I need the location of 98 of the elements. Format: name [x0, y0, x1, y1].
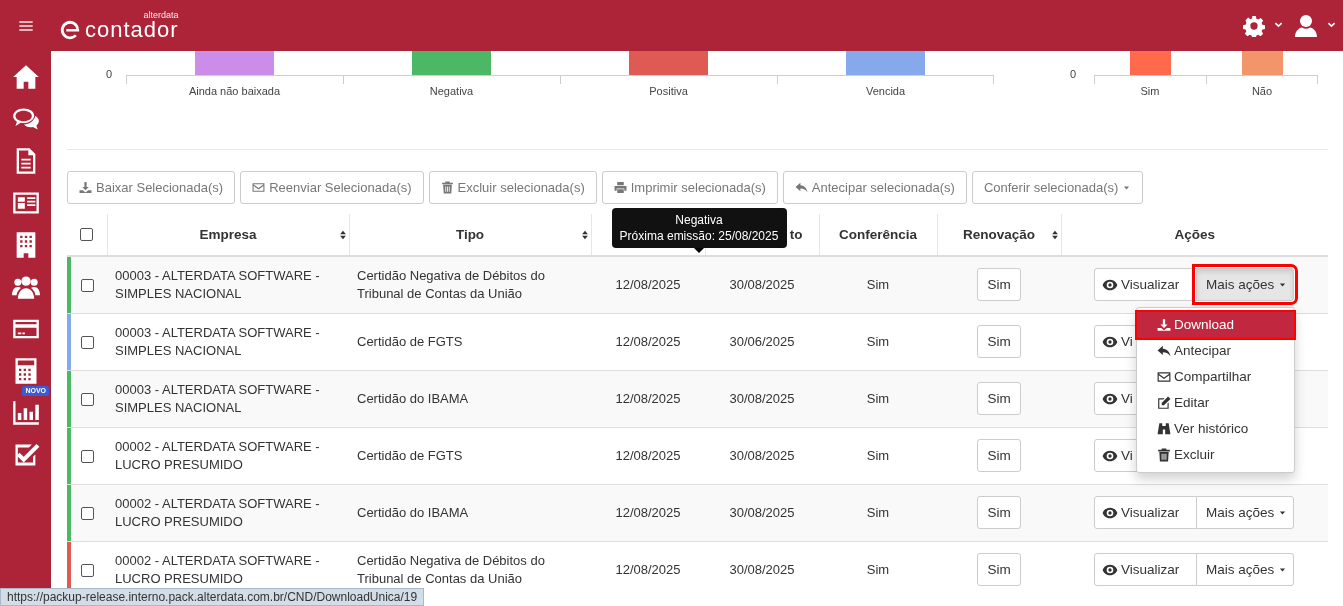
- status-url: https://packup-release.interno.pack.alterdata.com.br/CND/DownloadUnica/19: [0, 588, 425, 606]
- tooltip-arrow-icon: [693, 248, 704, 253]
- table-cell: 12/08/2025: [615, 561, 681, 577]
- toolbar-button[interactable]: Excluir selecionada(s): [428, 171, 597, 204]
- caret-icon: [1278, 508, 1288, 517]
- toolbar-button[interactable]: Antecipar selecionada(s): [782, 171, 967, 204]
- toolbar-button[interactable]: Conferir selecionada(s): [971, 171, 1144, 204]
- reply-icon: [1157, 344, 1171, 358]
- table-cell: 00002 - ALTERDATA SOFTWARE - LUCRO PRESUMIDO: [115, 552, 320, 586]
- trash-icon: [440, 181, 454, 194]
- table-cell: 00003 - ALTERDATA SOFTWARE - SIMPLES NACIONAL: [115, 267, 320, 301]
- menu-item[interactable]: Antecipar: [1137, 338, 1294, 364]
- view-button[interactable]: Visualizar: [1094, 496, 1197, 529]
- table-cell: 00002 - ALTERDATA SOFTWARE - LUCRO PRESUMIDO: [115, 495, 320, 529]
- more-actions-button[interactable]: Mais ações: [1196, 553, 1294, 587]
- axis-label: Sim: [1140, 85, 1160, 97]
- row-checkbox[interactable]: [80, 392, 94, 406]
- toolbar-button[interactable]: Baixar Selecionada(s): [67, 171, 236, 204]
- tooltip-title: Negativa: [674, 212, 724, 228]
- renewal-button[interactable]: Sim: [977, 268, 1021, 302]
- row-checkbox[interactable]: [80, 563, 94, 577]
- menu-item[interactable]: Excluir: [1137, 442, 1294, 468]
- table-cell: 00003 - ALTERDATA SOFTWARE - SIMPLES NACIONAL: [115, 324, 320, 358]
- download-icon: [1157, 318, 1171, 332]
- renewal-button[interactable]: Sim: [977, 439, 1021, 472]
- logo-text[interactable]: contador: [85, 18, 179, 41]
- table-cell: Certidão do IBAMA: [357, 390, 469, 406]
- table-cell: Sim: [866, 276, 890, 292]
- table-cell: Certidão do IBAMA: [357, 504, 469, 520]
- logo-brand: alterdata: [143, 10, 179, 20]
- table-cell: 12/08/2025: [615, 333, 681, 349]
- axis-tick: 0: [1068, 67, 1077, 82]
- menu-item[interactable]: Ver histórico: [1137, 416, 1294, 442]
- view-button[interactable]: Visualizar: [1094, 553, 1197, 587]
- renewal-button[interactable]: Sim: [977, 496, 1021, 529]
- table-cell: Sim: [866, 447, 890, 463]
- column-header[interactable]: Renovação: [963, 227, 1035, 242]
- table-cell: 30/06/2025: [729, 333, 795, 349]
- table-cell: Sim: [866, 504, 890, 520]
- menu-item[interactable]: Download: [1137, 312, 1294, 338]
- table-cell: Sim: [866, 561, 890, 577]
- envelope-icon: [252, 181, 266, 194]
- table-cell: 00002 - ALTERDATA SOFTWARE - LUCRO PRESUMIDO: [115, 438, 320, 472]
- table-cell: Certidão de FGTS: [357, 447, 463, 463]
- envelope-icon: [1157, 370, 1171, 384]
- table-cell: 30/08/2025: [729, 390, 795, 406]
- table-cell: Certidão Negativa de Débitos do Tribunal de Contas da União: [357, 267, 545, 301]
- binoculars-icon: [1157, 422, 1171, 436]
- logo-icon[interactable]: [59, 18, 81, 41]
- home-icon[interactable]: [11, 63, 40, 91]
- table-cell: 12/08/2025: [615, 276, 681, 292]
- axis-tick: 0: [104, 67, 113, 82]
- renewal-button[interactable]: Sim: [977, 382, 1021, 415]
- table-cell: Certidão de FGTS: [357, 333, 463, 349]
- download-icon: [79, 181, 92, 194]
- renewal-button[interactable]: Sim: [977, 325, 1021, 358]
- renewal-button[interactable]: Sim: [977, 553, 1021, 587]
- table-cell: 12/08/2025: [615, 447, 681, 463]
- table-cell: Sim: [866, 390, 890, 406]
- row-checkbox[interactable]: [80, 449, 94, 463]
- user-icon[interactable]: [1294, 13, 1318, 38]
- table-cell: Certidão Negativa de Débitos do Tribunal de Contas da União: [357, 552, 545, 586]
- column-header: Ações: [1174, 227, 1215, 242]
- table-cell: 30/08/2025: [729, 561, 795, 577]
- row-checkbox[interactable]: [80, 335, 94, 349]
- column-header[interactable]: Tipo: [455, 227, 485, 242]
- axis-label: Ainda não baixada: [188, 85, 281, 97]
- edit-icon: [1157, 396, 1171, 410]
- row-checkbox[interactable]: [80, 506, 94, 520]
- more-actions-button[interactable]: Mais ações: [1196, 496, 1294, 529]
- settings-icon[interactable]: [1243, 14, 1265, 37]
- table-cell: 30/08/2025: [729, 504, 795, 520]
- menu-item[interactable]: Editar: [1137, 390, 1294, 416]
- axis-label: Não: [1251, 85, 1273, 97]
- column-header: to: [789, 227, 803, 242]
- menu-item[interactable]: Compartilhar: [1137, 364, 1294, 390]
- toolbar-button[interactable]: Imprimir selecionada(s): [601, 171, 778, 204]
- bar-chart-icon[interactable]: [11, 399, 40, 427]
- view-button[interactable]: Visualizar: [1094, 268, 1197, 302]
- printer-icon: [613, 181, 627, 194]
- row-checkbox[interactable]: [80, 278, 94, 292]
- reply-icon: [794, 181, 808, 194]
- toolbar-button[interactable]: Reenviar Selecionada(s): [240, 171, 424, 204]
- table-cell: 00003 - ALTERDATA SOFTWARE - SIMPLES NACIONAL: [115, 381, 320, 415]
- axis-label: Vencida: [865, 85, 906, 97]
- table-cell: 12/08/2025: [615, 390, 681, 406]
- trash-icon: [1157, 448, 1171, 462]
- caret-icon: [1122, 183, 1132, 192]
- table-cell: 12/08/2025: [615, 504, 681, 520]
- table-cell: Sim: [866, 333, 890, 349]
- table-cell: 30/08/2025: [729, 276, 795, 292]
- axis-label: Positiva: [649, 85, 688, 97]
- select-all-checkbox[interactable]: [80, 228, 94, 241]
- column-header: Conferência: [839, 227, 917, 242]
- table-cell: 30/08/2025: [729, 447, 795, 463]
- tooltip-text: Próxima emissão: 25/08/2025: [618, 228, 780, 244]
- column-header[interactable]: Empresa: [199, 227, 257, 242]
- axis-label: Negativa: [429, 85, 474, 97]
